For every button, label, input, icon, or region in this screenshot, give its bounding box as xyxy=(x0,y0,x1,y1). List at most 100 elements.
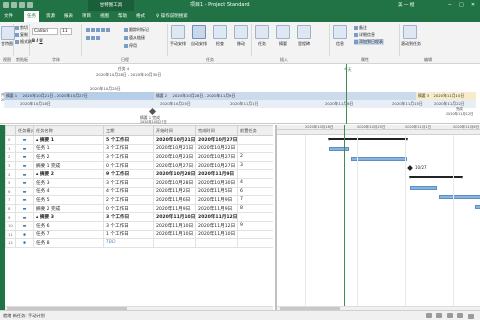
row-indicator-header[interactable] xyxy=(5,125,16,136)
link-buttons[interactable] xyxy=(86,35,101,40)
finish-cell[interactable]: 2020年10月27日 xyxy=(195,160,238,171)
finish-cell[interactable]: 2020年10月22日 xyxy=(195,143,238,154)
summary-insert-icon[interactable] xyxy=(276,25,290,39)
font-name-dropdown[interactable]: Calibri xyxy=(32,28,58,35)
task-mode-icon[interactable]: ▬ xyxy=(15,152,34,162)
duration-cell[interactable]: TBD xyxy=(103,238,154,248)
column-header-predecessors[interactable]: 前置任务 xyxy=(237,125,273,136)
bold-button[interactable]: B I U xyxy=(32,38,43,43)
predecessors-cell[interactable] xyxy=(237,212,273,222)
gantt-task-bar[interactable] xyxy=(351,156,407,161)
finish-cell[interactable]: 2020年10月27日 xyxy=(195,135,238,145)
tell-me-search[interactable]: ♀ 操作说明搜索 xyxy=(156,11,188,22)
task-name-cell[interactable]: 任务 6 xyxy=(33,220,104,231)
zoom-slider[interactable] xyxy=(468,314,474,319)
quick-access-toolbar[interactable] xyxy=(3,2,83,9)
finish-cell[interactable]: 2020年11月10日 xyxy=(195,229,238,240)
gantt-summary-bar[interactable] xyxy=(409,176,463,180)
duration-cell[interactable]: 0 个工作日 xyxy=(103,203,154,214)
finish-cell[interactable]: 2020年11月9日 xyxy=(195,169,238,179)
task-name-cell[interactable]: 任务 8 xyxy=(33,238,104,248)
table-row[interactable]: 12 ✱ 任务 8 TBD xyxy=(5,238,273,248)
percent-buttons[interactable] xyxy=(86,27,111,32)
finish-cell[interactable]: 2020年11月12日 xyxy=(195,220,238,231)
tab-help[interactable]: 帮助 xyxy=(118,11,127,22)
finish-cell[interactable]: 2020年11月5日 xyxy=(195,186,238,197)
minimize-button[interactable]: − xyxy=(445,0,455,11)
tab-task[interactable]: 任务 xyxy=(24,11,39,22)
column-header-finish[interactable]: 完成时间 xyxy=(195,125,238,136)
finish-cell[interactable]: 2020年10月30日 xyxy=(195,177,238,188)
milestone-diamond-icon[interactable] xyxy=(148,107,157,116)
predecessors-cell[interactable]: 9 xyxy=(237,220,273,231)
add-to-timeline-button[interactable]: 添加到日程表 xyxy=(354,39,384,45)
predecessors-cell[interactable] xyxy=(237,229,273,240)
task-mode-icon[interactable]: ▬ xyxy=(15,203,34,214)
details-button[interactable]: 详细信息 xyxy=(354,32,375,38)
task-name-cell[interactable]: 任务 7 xyxy=(33,229,104,240)
table-row[interactable]: 9 ▬ ▴ 摘要 33 个工作日 2020年11月10日 2020年11月12日 xyxy=(5,212,273,222)
duration-cell[interactable]: 3 个工作日 xyxy=(103,212,154,222)
task-name-cell[interactable]: 任务 2 xyxy=(33,152,104,162)
predecessors-cell[interactable] xyxy=(237,238,273,248)
duration-cell[interactable]: 2 个工作日 xyxy=(103,195,154,205)
cut-button[interactable]: 剪切 xyxy=(15,25,28,31)
table-row[interactable]: 2 ▬ 任务 23 个工作日 2020年10月23日 2020年10月27日 2 xyxy=(5,152,273,162)
predecessors-cell[interactable]: 3 xyxy=(237,160,273,171)
column-header-name[interactable]: 任务名称 xyxy=(33,125,104,136)
table-row[interactable]: 5 ▬ 任务 33 个工作日 2020年10月28日 2020年10月30日 4 xyxy=(5,177,273,188)
notes-button[interactable]: 备注 xyxy=(354,25,367,31)
task-mode-icon[interactable]: ✱ xyxy=(15,229,34,240)
start-cell[interactable] xyxy=(153,238,196,248)
gantt-chart[interactable]: 2020年10月18日 2020年10月25日 2020年11月1日 2020年… xyxy=(275,125,480,310)
table-row[interactable]: 10 ▬ 任务 63 个工作日 2020年11月10日 2020年11月12日 9 xyxy=(5,220,273,231)
predecessors-cell[interactable] xyxy=(237,143,273,154)
finish-cell[interactable]: 2020年11月12日 xyxy=(195,212,238,222)
task-name-cell[interactable]: ▴ 摘要 3 xyxy=(33,212,104,222)
start-cell[interactable]: 2020年11月2日 xyxy=(153,186,196,197)
duration-cell[interactable]: 1 个工作日 xyxy=(103,229,154,240)
duration-cell[interactable]: 3 个工作日 xyxy=(103,152,154,162)
task-name-cell[interactable]: 摘要 2 完成 xyxy=(33,203,104,214)
duration-cell[interactable]: 4 个工作日 xyxy=(103,186,154,197)
information-icon[interactable] xyxy=(333,25,347,39)
close-button[interactable]: ✕ xyxy=(468,0,478,11)
task-insert-icon[interactable] xyxy=(255,25,269,39)
start-cell[interactable]: 2020年10月23日 xyxy=(153,152,196,162)
timeline-bar-summary3[interactable]: 摘要 3 2020年11月10日 xyxy=(416,92,476,100)
timeline-bar-summary1[interactable]: 摘要 1 2020年10月21日 - 2020年10月27日 xyxy=(4,92,154,100)
predecessors-cell[interactable]: 6 xyxy=(237,186,273,197)
scroll-to-task-icon[interactable] xyxy=(403,25,417,39)
duration-cell[interactable]: 5 个工作日 xyxy=(103,135,154,145)
gantt-task-bar[interactable] xyxy=(329,147,349,152)
task-name-cell[interactable]: 任务 1 xyxy=(33,143,104,154)
table-row[interactable]: 7 ▬ 任务 52 个工作日 2020年11月6日 2020年11月9日 7 xyxy=(5,195,273,205)
gantt-summary-bar[interactable] xyxy=(328,138,408,141)
task-mode-icon[interactable]: ▬ xyxy=(15,186,34,197)
predecessors-cell[interactable]: 4 xyxy=(237,177,273,188)
duration-cell[interactable]: 3 个工作日 xyxy=(103,220,154,231)
task-mode-icon[interactable]: ▬ xyxy=(15,177,34,188)
task-usage-view-icon[interactable] xyxy=(436,313,443,318)
gantt-milestone-diamond[interactable] xyxy=(407,165,413,172)
column-header-start[interactable]: 开始时间 xyxy=(153,125,196,136)
table-row[interactable]: 4 ▬ ▴ 摘要 29 个工作日 2020年10月28日 2020年11月9日 xyxy=(5,169,273,179)
task-mode-icon[interactable]: ▬ xyxy=(15,195,34,205)
copy-button[interactable]: 复制 xyxy=(15,32,28,38)
mark-on-track-button[interactable]: 跟踪时标记 xyxy=(124,27,149,33)
duration-cell[interactable]: 0 个工作日 xyxy=(103,160,154,171)
table-row[interactable]: 1 ▬ 任务 13 个工作日 2020年10月21日 2020年10月22日 xyxy=(5,143,273,154)
finish-cell[interactable]: 2020年11月9日 xyxy=(195,203,238,214)
table-row[interactable]: 8 ▬ 摘要 2 完成 0 个工作日 2020年11月9日 2020年11月9日 8 xyxy=(5,203,273,214)
tab-view[interactable]: 视图 xyxy=(100,11,109,22)
task-name-cell[interactable]: ▴ 摘要 1 xyxy=(33,135,104,145)
task-mode-icon[interactable]: ▬ xyxy=(15,220,34,231)
predecessors-cell[interactable] xyxy=(237,135,273,145)
font-size-dropdown[interactable]: 11 xyxy=(60,28,72,35)
finish-cell[interactable]: 2020年10月27日 xyxy=(195,152,238,162)
gantt-task-bar[interactable] xyxy=(439,195,480,200)
timeline-bar-summary2[interactable]: 摘要 2 2020年10月28日 - 2020年11月9日 xyxy=(154,92,416,100)
finish-cell[interactable] xyxy=(195,238,238,248)
task-name-cell[interactable]: 任务 5 xyxy=(33,195,104,205)
task-mode-icon[interactable]: ▬ xyxy=(15,135,34,145)
